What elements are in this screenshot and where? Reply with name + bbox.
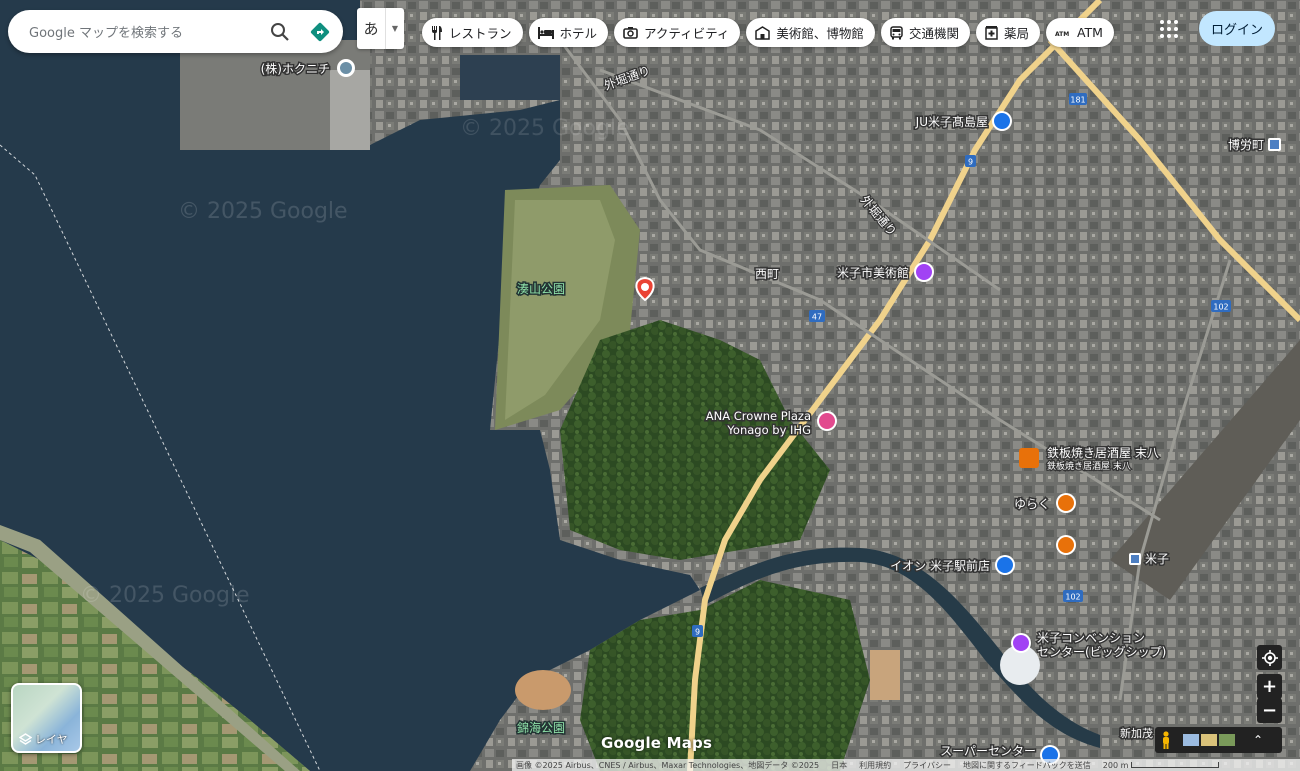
chevron-up-icon[interactable]: ⌃	[1253, 733, 1263, 747]
bed-icon	[537, 26, 554, 39]
apps-grid-icon[interactable]	[1158, 18, 1180, 40]
privacy-link[interactable]: プライバシー	[903, 760, 951, 771]
chip-pharmacy[interactable]: 薬局	[975, 18, 1040, 47]
svg-text:9: 9	[968, 158, 973, 167]
svg-text:スーパーセンター: スーパーセンター	[940, 744, 1036, 758]
country-link[interactable]: 日本	[831, 760, 847, 771]
place-kinkai-park: 錦海公園	[517, 720, 565, 735]
chevron-down-icon[interactable]: ▼	[385, 8, 404, 49]
zoom-in-button[interactable]: +	[1257, 674, 1282, 699]
imagery-attribution: 画像 ©2025 Airbus、CNES / Airbus、Maxar Tech…	[516, 760, 820, 770]
scale-bar[interactable]: 200 m	[1103, 761, 1220, 770]
svg-text:米子コンベンション: 米子コンベンション	[1037, 631, 1145, 645]
svg-text:JU米子髙島屋: JU米子髙島屋	[915, 114, 988, 129]
svg-text:102: 102	[1213, 303, 1228, 312]
chip-museums[interactable]: 美術館、博物館	[746, 18, 875, 47]
layers-icon	[19, 732, 32, 745]
svg-text:米子市美術館: 米子市美術館	[837, 265, 909, 280]
svg-text:センター(ビッグシップ): センター(ビッグシップ)	[1037, 645, 1166, 659]
zoom-out-button[interactable]: −	[1257, 698, 1282, 723]
layers-label: レイヤ	[35, 733, 68, 746]
fork-knife-icon	[432, 25, 442, 40]
satellite-map[interactable]: 9 181 47 102 102 9 © 2025 Google © 2025 …	[0, 0, 1300, 771]
my-location-icon	[1261, 649, 1278, 666]
pegman-icon	[1163, 731, 1169, 749]
chip-activities[interactable]: アクティビティ	[614, 18, 741, 47]
input-method-button[interactable]: あ ▼	[357, 8, 404, 49]
ime-mode-label: あ	[363, 20, 379, 38]
search-icon[interactable]	[263, 15, 297, 49]
svg-text:Yonago by IHG: Yonago by IHG	[726, 423, 811, 437]
chip-restaurant[interactable]: レストラン	[422, 18, 523, 47]
svg-text:© 2025 Google: © 2025 Google	[178, 199, 348, 224]
street-view-bar[interactable]: ⌃	[1155, 727, 1282, 753]
map-footer: 画像 ©2025 Airbus、CNES / Airbus、Maxar Tech…	[512, 759, 1300, 771]
google-maps-logo: Google Maps	[601, 734, 713, 752]
search-input[interactable]: Google マップを検索する	[29, 22, 263, 41]
svg-text:鉄板焼き居酒屋 末八: 鉄板焼き居酒屋 末八	[1047, 460, 1131, 472]
place-yonago-station[interactable]: 米子	[1129, 551, 1171, 568]
chip-transit[interactable]: 交通機関	[880, 18, 970, 47]
svg-text:米子: 米子	[1145, 552, 1169, 566]
terms-link[interactable]: 利用規約	[859, 760, 891, 771]
category-chips: レストラン ホテル アクティビティ 美術館、博物館 交通機関 薬局 ATM AT…	[422, 18, 1114, 47]
svg-text:博労町: 博労町	[1228, 137, 1264, 152]
camera-icon	[623, 27, 638, 39]
layers-button[interactable]: レイヤ	[11, 683, 82, 753]
search-box[interactable]: Google マップを検索する	[8, 10, 343, 53]
directions-icon[interactable]	[303, 15, 337, 49]
svg-text:ゆらく: ゆらく	[1014, 497, 1050, 511]
place-nishimachi: 西町	[755, 267, 779, 281]
svg-text:9: 9	[695, 628, 700, 637]
svg-text:(株)ホクニチ: (株)ホクニチ	[261, 61, 330, 76]
pharmacy-icon	[985, 25, 998, 40]
my-location-button[interactable]	[1257, 645, 1282, 670]
museum-icon	[755, 25, 771, 40]
place-shinkamo: 新加茂	[1120, 726, 1153, 740]
svg-text:181: 181	[1070, 96, 1085, 105]
feedback-link[interactable]: 地図に関するフィードバックを送信	[963, 760, 1091, 771]
svg-text:© 2025 Google: © 2025 Google	[80, 583, 250, 608]
chip-atm[interactable]: ATM ATM	[1045, 18, 1114, 47]
imagery-thumbnails[interactable]	[1183, 734, 1235, 746]
bus-icon	[890, 25, 903, 39]
svg-text:ANA Crowne Plaza: ANA Crowne Plaza	[706, 409, 811, 423]
svg-text:イオン 米子駅前店: イオン 米子駅前店	[890, 558, 990, 573]
place-minatoyama-park: 湊山公園	[517, 282, 565, 296]
svg-text:© 2025 Google: © 2025 Google	[460, 116, 630, 141]
place-hokuchi[interactable]: (株)ホクニチ	[259, 59, 355, 78]
atm-icon: ATM	[1055, 31, 1069, 38]
chip-hotel[interactable]: ホテル	[528, 18, 609, 47]
restaurant-pin[interactable]	[1056, 535, 1076, 555]
svg-text:47: 47	[812, 313, 822, 322]
login-button[interactable]: ログイン	[1199, 11, 1275, 46]
svg-text:ATM: ATM	[1055, 31, 1069, 38]
place-hakuro[interactable]: 博労町	[1226, 136, 1281, 154]
svg-text:102: 102	[1065, 593, 1080, 602]
svg-text:鉄板焼き居酒屋 末八: 鉄板焼き居酒屋 末八	[1047, 445, 1159, 460]
